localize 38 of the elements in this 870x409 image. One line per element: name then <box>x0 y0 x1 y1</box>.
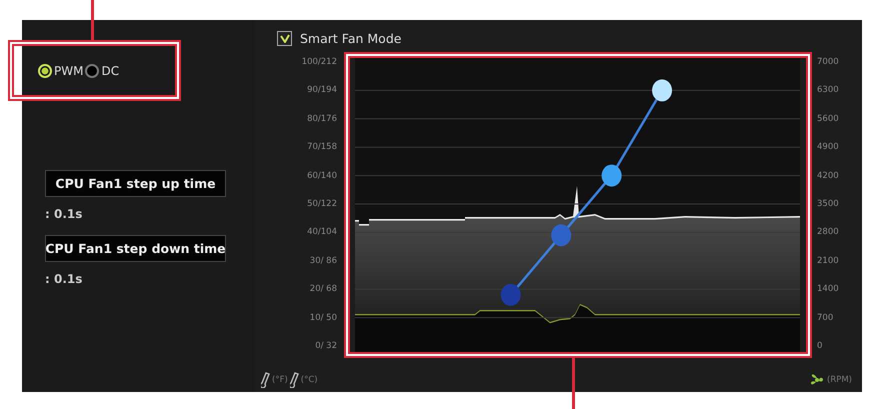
rpm-tick-label: 3500 <box>817 198 839 210</box>
step-time-button[interactable]: CPU Fan1 step up time <box>45 170 226 197</box>
smart-fan-label: Smart Fan Mode <box>300 30 402 46</box>
fahrenheit-unit-label: (°F) <box>272 375 288 385</box>
rpm-tick-label: 4200 <box>817 170 839 182</box>
rpm-tick-label: 1400 <box>817 283 839 296</box>
temperature-tick-label: 40/104 <box>307 226 337 238</box>
rpm-tick-label: 0 <box>817 340 822 352</box>
step-time-button[interactable]: CPU Fan1 step down time <box>45 235 226 262</box>
temperature-tick-label: 20/ 68 <box>310 283 337 296</box>
celsius-unit-label: (°C) <box>300 375 318 385</box>
smart-fan-checkbox[interactable] <box>277 30 292 46</box>
temperature-tick-label: 90/194 <box>307 84 337 96</box>
fan-icon <box>809 373 825 387</box>
leader-line <box>572 358 575 409</box>
thermometer-icon <box>290 372 299 388</box>
temperature-tick-label: 80/176 <box>307 112 337 125</box>
mode-radio[interactable]: DC <box>85 64 120 78</box>
temperature-tick-label: 0/ 32 <box>315 340 337 352</box>
temperature-tick-label: 100/212 <box>302 56 337 68</box>
rpm-unit-label: (RPM) <box>827 375 852 385</box>
step-time-value: : 0.1s <box>45 207 84 221</box>
rpm-tick-label: 5600 <box>817 112 839 125</box>
mode-radio[interactable]: PWM <box>38 64 84 78</box>
step-time-value: : 0.1s <box>45 272 84 286</box>
rpm-tick-label: 700 <box>817 312 834 324</box>
rpm-tick-label: 6300 <box>817 84 839 96</box>
temperature-tick-label: 10/ 50 <box>310 312 337 324</box>
rpm-tick-label: 4900 <box>817 141 839 154</box>
rpm-tick-label: 2100 <box>817 254 839 267</box>
temperature-tick-label: 30/ 86 <box>310 254 337 267</box>
temperature-tick-label: 60/140 <box>307 170 337 182</box>
leader-line <box>91 0 94 40</box>
rpm-tick-label: 7000 <box>817 56 839 68</box>
temperature-tick-label: 70/158 <box>307 141 337 154</box>
thermometer-icon <box>261 372 270 388</box>
rpm-tick-label: 2800 <box>817 226 839 238</box>
temperature-tick-label: 50/122 <box>307 198 337 210</box>
